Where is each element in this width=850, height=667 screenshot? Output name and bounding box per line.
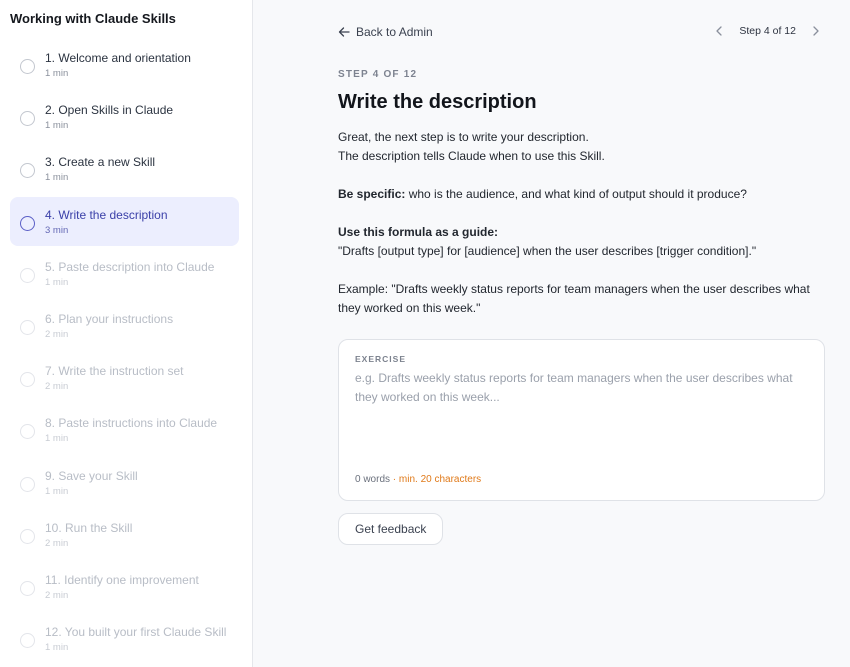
sidebar-item-step-5: 5. Paste description into Claude 1 min (10, 249, 239, 301)
exercise-card: EXERCISE 0 words · min. 20 characters (338, 339, 825, 501)
arrow-left-icon (338, 26, 350, 38)
step-duration: 1 min (45, 276, 69, 288)
sidebar-item-step-3[interactable]: 3. Create a new Skill 1 min (10, 144, 239, 196)
circle-icon (20, 111, 35, 127)
step-duration: 1 min (45, 172, 69, 184)
step-label: 9. Save your Skill (45, 468, 138, 483)
step-label: 12. You built your first Claude Skill (45, 625, 227, 640)
sidebar-item-step-7: 7. Write the instruction set 2 min (10, 353, 239, 405)
step-duration: 2 min (45, 381, 69, 393)
circle-icon (20, 215, 35, 231)
course-title: Working with Claude Skills (10, 11, 176, 26)
step-duration: 2 min (45, 537, 69, 549)
sidebar-item-step-2[interactable]: 2. Open Skills in Claude 1 min (10, 92, 239, 144)
step-label: 7. Write the instruction set (45, 364, 184, 379)
formula-heading: Use this formula as a guide: (338, 225, 499, 239)
sidebar-item-step-6: 6. Plan your instructions 2 min (10, 301, 239, 353)
sidebar: Working with Claude Skills 1. Welcome an… (0, 0, 253, 667)
circle-icon (20, 267, 35, 283)
page-title: Write the description (338, 91, 537, 113)
step-navigator: Step 4 of 12 (715, 25, 820, 37)
sidebar-item-step-11: 11. Identify one improvement 2 min (10, 562, 239, 614)
step-duration: 3 min (45, 224, 69, 236)
step-label: 8. Paste instructions into Claude (45, 416, 218, 431)
word-count: 0 words (355, 474, 391, 485)
step-duration: 1 min (45, 433, 69, 445)
step-duration: 2 min (45, 328, 69, 340)
circle-icon (20, 319, 35, 335)
min-characters-note: · min. 20 characters (392, 474, 482, 485)
chevron-right-icon[interactable] (812, 26, 820, 36)
step-duration: 1 min (45, 68, 69, 79)
formula-label: Use this formula as a guide: (338, 223, 818, 242)
step-label: 6. Plan your instructions (45, 311, 174, 326)
step-label: 10. Run the Skill (45, 520, 133, 535)
instructions: Great, the next step is to write your de… (338, 128, 818, 318)
step-label: 5. Paste description into Claude (45, 259, 215, 274)
circle-icon (20, 424, 35, 440)
sidebar-item-step-1[interactable]: 1. Welcome and orientation 1 min (10, 40, 239, 92)
circle-icon (20, 476, 35, 492)
step-label: 2. Open Skills in Claude (45, 103, 174, 118)
step-duration: 1 min (45, 485, 69, 497)
chevron-left-icon[interactable] (715, 26, 723, 36)
sidebar-item-step-9: 9. Save your Skill 1 min (10, 458, 239, 510)
step-list: 1. Welcome and orientation 1 min 2. Open… (10, 40, 239, 666)
step-duration: 2 min (45, 589, 69, 601)
sidebar-item-step-4-active[interactable]: 4. Write the description 3 min (10, 196, 239, 246)
main-content: Back to Admin Step 4 of 12 STEP 4 OF 12 … (254, 0, 850, 667)
step-label: 4. Write the description (45, 207, 168, 222)
circle-icon (20, 372, 35, 388)
back-link-label: Back to Admin (356, 25, 433, 39)
step-label: 1. Welcome and orientation (45, 51, 191, 65)
be-specific-label: Be specific: (338, 187, 406, 201)
intro-line-1: Great, the next step is to write your de… (338, 130, 589, 144)
character-counter: 0 words · min. 20 characters (355, 474, 481, 485)
intro-line-2: The description tells Claude when to use… (338, 149, 605, 163)
example-text: Example: "Drafts weekly status reports f… (338, 282, 810, 315)
circle-icon (20, 528, 35, 544)
formula-text: "Drafts [output type] for [audience] whe… (338, 244, 757, 258)
step-indicator: Step 4 of 12 (739, 25, 796, 37)
description-input[interactable] (355, 369, 810, 459)
be-specific-paragraph: Be specific: who is the audience, and wh… (338, 185, 818, 204)
be-specific-text: who is the audience, and what kind of ou… (405, 187, 747, 201)
circle-icon (20, 59, 35, 74)
step-label: 11. Identify one improvement (45, 572, 199, 587)
get-feedback-button[interactable]: Get feedback (338, 513, 444, 545)
sidebar-item-step-12: 12. You built your first Claude Skill 1 … (10, 614, 239, 666)
step-duration: 1 min (45, 642, 69, 654)
circle-icon (20, 580, 35, 596)
sidebar-item-step-10: 10. Run the Skill 2 min (10, 510, 239, 562)
step-duration: 1 min (45, 120, 69, 132)
step-eyebrow: STEP 4 OF 12 (338, 69, 418, 80)
exercise-label: EXERCISE (355, 354, 406, 364)
step-label: 3. Create a new Skill (45, 155, 156, 170)
sidebar-item-step-8: 8. Paste instructions into Claude 1 min (10, 405, 239, 457)
circle-icon (20, 633, 35, 649)
back-to-admin-link[interactable]: Back to Admin (338, 25, 433, 39)
circle-icon (20, 163, 35, 179)
